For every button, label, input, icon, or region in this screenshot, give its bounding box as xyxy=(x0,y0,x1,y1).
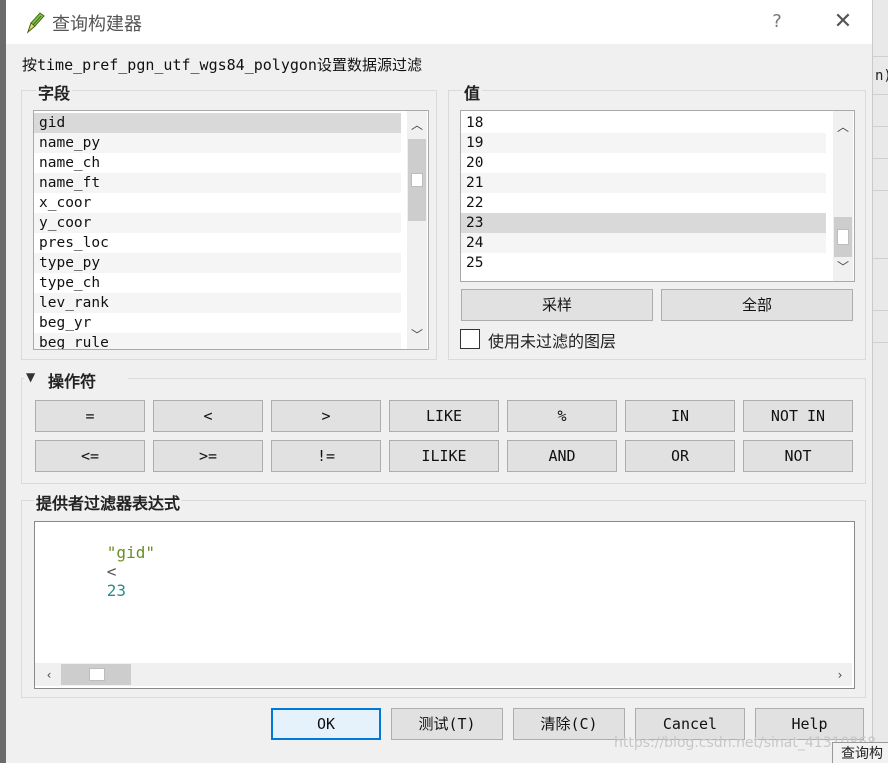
expression-group-title: 提供者过滤器表达式 xyxy=(34,490,183,514)
op-button-and[interactable]: AND xyxy=(507,440,617,472)
value-item[interactable]: 25 xyxy=(461,253,826,273)
use-unfiltered-layer-label: 使用未过滤的图层 xyxy=(488,332,617,351)
field-item[interactable]: beg_yr xyxy=(34,313,401,333)
fields-list[interactable]: gid name_py name_ch name_ft x_coor y_coo… xyxy=(33,110,429,350)
expression-field-token: "gid" xyxy=(106,543,155,562)
field-item[interactable]: lev_rank xyxy=(34,293,401,313)
help-icon-button[interactable]: ? xyxy=(760,6,794,38)
field-item[interactable]: pres_loc xyxy=(34,233,401,253)
collapse-triangle-icon[interactable]: ▼ xyxy=(26,370,35,384)
op-button-ilike[interactable]: ILIKE xyxy=(389,440,499,472)
values-list[interactable]: 18 19 20 21 22 23 24 25 ︿ ﹀ xyxy=(460,110,855,282)
ok-button[interactable]: OK xyxy=(271,708,381,740)
field-item[interactable]: gid xyxy=(34,113,401,133)
op-button-not-in[interactable]: NOT IN xyxy=(743,400,853,432)
op-button-percent[interactable]: % xyxy=(507,400,617,432)
chevron-left-icon[interactable]: ‹ xyxy=(39,665,59,685)
chevron-right-icon[interactable]: › xyxy=(830,665,850,685)
chevron-down-icon[interactable]: ﹀ xyxy=(407,325,427,345)
test-button[interactable]: 测试(T) xyxy=(391,708,503,740)
values-group-title: 值 xyxy=(462,80,483,104)
chevron-up-icon[interactable]: ︿ xyxy=(407,115,427,135)
scroll-thumb[interactable] xyxy=(834,217,852,257)
background-window-tab: 查询构 xyxy=(832,742,888,763)
field-item[interactable]: beg_rule xyxy=(34,333,401,349)
field-item[interactable]: type_ch xyxy=(34,273,401,293)
hscroll-thumb[interactable] xyxy=(61,664,131,685)
value-item[interactable]: 20 xyxy=(461,153,826,173)
op-button-not[interactable]: NOT xyxy=(743,440,853,472)
field-item[interactable]: name_ch xyxy=(34,153,401,173)
field-item[interactable]: type_py xyxy=(34,253,401,273)
value-item[interactable]: 24 xyxy=(461,233,826,253)
use-unfiltered-layer-checkbox[interactable] xyxy=(460,329,480,349)
window-title: 查询构建器 xyxy=(52,14,142,35)
chevron-up-icon[interactable]: ︿ xyxy=(833,117,853,137)
op-button-lt[interactable]: < xyxy=(153,400,263,432)
op-button-le[interactable]: <= xyxy=(35,440,145,472)
value-item[interactable]: 22 xyxy=(461,193,826,213)
expression-hscrollbar[interactable]: ‹ › xyxy=(35,663,852,686)
expression-operator-token: < xyxy=(106,562,117,581)
expression-value-token: 23 xyxy=(106,581,127,600)
op-button-ge[interactable]: >= xyxy=(153,440,263,472)
scroll-thumb[interactable] xyxy=(408,139,426,221)
value-item[interactable]: 19 xyxy=(461,133,826,153)
value-item[interactable]: 21 xyxy=(461,173,826,193)
dialog-subtitle: 按time_pref_pgn_utf_wgs84_polygon设置数据源过滤 xyxy=(22,56,422,74)
expression-text[interactable]: "gid" < 23 xyxy=(49,524,155,619)
sample-button[interactable]: 采样 xyxy=(461,289,653,321)
qgis-pencil-icon xyxy=(24,10,46,34)
background-window-fragment: n) xyxy=(872,0,888,763)
field-item[interactable]: x_coor xyxy=(34,193,401,213)
background-text-fragment: n) xyxy=(875,68,888,84)
value-item[interactable]: 18 xyxy=(461,113,826,133)
field-item[interactable]: name_ft xyxy=(34,173,401,193)
query-builder-dialog: 查询构建器 ? ✕ 按time_pref_pgn_utf_wgs84_polyg… xyxy=(6,0,872,763)
fields-scrollbar[interactable]: ︿ ﹀ xyxy=(407,111,427,349)
operators-header[interactable]: ▼ 操作符 xyxy=(24,368,128,391)
close-icon[interactable]: ✕ xyxy=(826,6,860,38)
all-button[interactable]: 全部 xyxy=(661,289,853,321)
op-button-ne[interactable]: != xyxy=(271,440,381,472)
op-button-gt[interactable]: > xyxy=(271,400,381,432)
clear-button[interactable]: 清除(C) xyxy=(513,708,625,740)
field-item[interactable]: name_py xyxy=(34,133,401,153)
chevron-down-icon[interactable]: ﹀ xyxy=(833,257,853,277)
values-scrollbar[interactable]: ︿ ﹀ xyxy=(833,111,853,281)
value-item-selected[interactable]: 23 xyxy=(461,213,826,233)
fields-group-title: 字段 xyxy=(36,80,73,104)
title-bar: 查询构建器 ? ✕ xyxy=(6,0,872,44)
op-button-like[interactable]: LIKE xyxy=(389,400,499,432)
operators-group-title: 操作符 xyxy=(48,372,97,391)
field-item[interactable]: y_coor xyxy=(34,213,401,233)
op-button-eq[interactable]: = xyxy=(35,400,145,432)
op-button-in[interactable]: IN xyxy=(625,400,735,432)
op-button-or[interactable]: OR xyxy=(625,440,735,472)
